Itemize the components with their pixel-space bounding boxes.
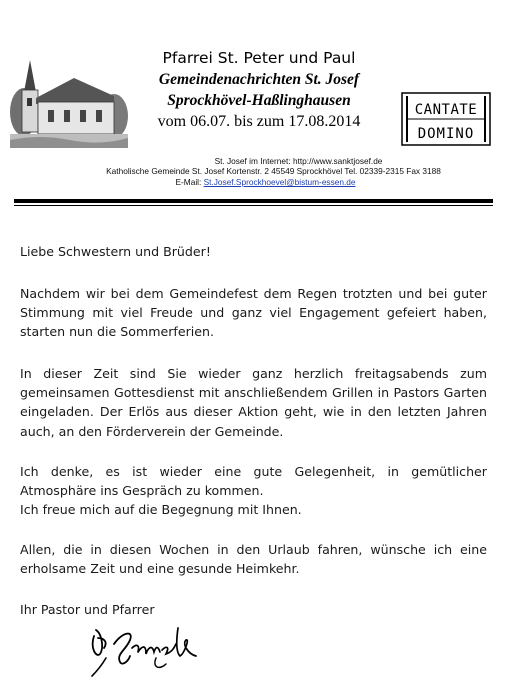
- website-line: St. Josef im Internet: http://www.sanktj…: [214, 156, 383, 166]
- email-line: E-Mail: St.Josef.Sprockhoevel@bistum-ess…: [0, 177, 507, 187]
- header-divider: [14, 199, 493, 203]
- logo-line2: DOMINO: [418, 126, 475, 142]
- signature: [91, 627, 197, 677]
- address-line: Katholische Gemeinde St. Josef Kortenstr…: [106, 166, 441, 176]
- paragraph-opportunity-text: Ich denke, es ist wieder eine gute Geleg…: [20, 464, 487, 499]
- paragraph-festival: Nachdem wir bei dem Gemeindefest dem Reg…: [20, 286, 487, 340]
- email-label: E-Mail:: [175, 177, 202, 187]
- newsletter-location: Sprockhövel-Haßlinghausen: [167, 92, 351, 109]
- paragraph-holiday-wishes: Allen, die in diesen Wochen in den Urlau…: [20, 542, 487, 577]
- closing: Ihr Pastor und Pfarrer: [20, 602, 155, 617]
- header-divider-thin: [14, 205, 493, 206]
- logo-line1: CANTATE: [415, 102, 478, 118]
- newsletter-title: Gemeindenachrichten St. Josef: [158, 71, 360, 88]
- church-illustration: [10, 56, 128, 148]
- paragraph-grill-service: In dieser Zeit sind Sie wieder ganz herz…: [20, 366, 487, 439]
- paragraph-opportunity: Ich denke, es ist wieder eine gute Geleg…: [20, 462, 487, 520]
- date-range: vom 06.07. bis zum 17.08.2014: [157, 113, 361, 130]
- salutation: Liebe Schwestern und Brüder!: [20, 244, 211, 259]
- paragraph-meeting-text: Ich freue mich auf die Begegnung mit Ihn…: [20, 502, 302, 518]
- cantate-domino-logo: CANTATE DOMINO: [401, 92, 491, 146]
- parish-name: Pfarrei St. Peter und Paul: [162, 49, 356, 67]
- email-link[interactable]: St.Josef.Sprockhoevel@bistum-essen.de: [204, 177, 356, 187]
